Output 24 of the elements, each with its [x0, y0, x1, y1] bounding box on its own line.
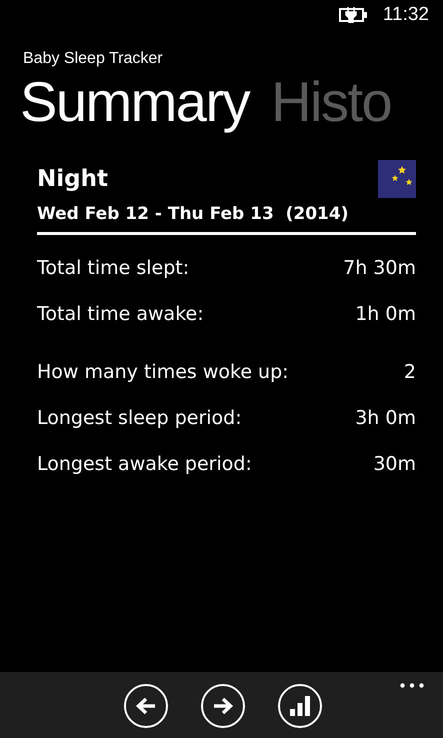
- bar-chart-icon: [288, 696, 310, 716]
- stat-label: Longest awake period:: [37, 453, 252, 475]
- stat-label: How many times woke up:: [37, 361, 289, 383]
- stat-label: Total time awake:: [37, 303, 204, 325]
- pivot-header[interactable]: Summary: [20, 66, 250, 138]
- stat-value: 7h 30m: [343, 257, 416, 279]
- stat-value: 3h 0m: [355, 407, 416, 429]
- date-range: Wed Feb 12 - Thu Feb 13 (2014): [37, 198, 416, 235]
- more-icon[interactable]: [400, 683, 424, 688]
- stat-value: 30m: [373, 453, 416, 475]
- battery-charging-icon: [338, 7, 369, 23]
- period-title: Night: [37, 166, 108, 192]
- stat-label: Longest sleep period:: [37, 407, 242, 429]
- back-arrow-icon: [134, 696, 156, 716]
- forward-arrow-icon: [212, 696, 234, 716]
- clock-time: 11:32: [382, 4, 429, 26]
- moon-stars-icon: [378, 160, 416, 198]
- forward-button[interactable]: [200, 684, 244, 728]
- app-title: Baby Sleep Tracker: [22, 49, 164, 68]
- stat-value: 2: [404, 361, 416, 383]
- stat-label: Total time slept:: [37, 257, 190, 279]
- stat-value: 1h 0m: [355, 303, 416, 325]
- chart-button[interactable]: [278, 684, 322, 728]
- back-button[interactable]: [124, 684, 168, 728]
